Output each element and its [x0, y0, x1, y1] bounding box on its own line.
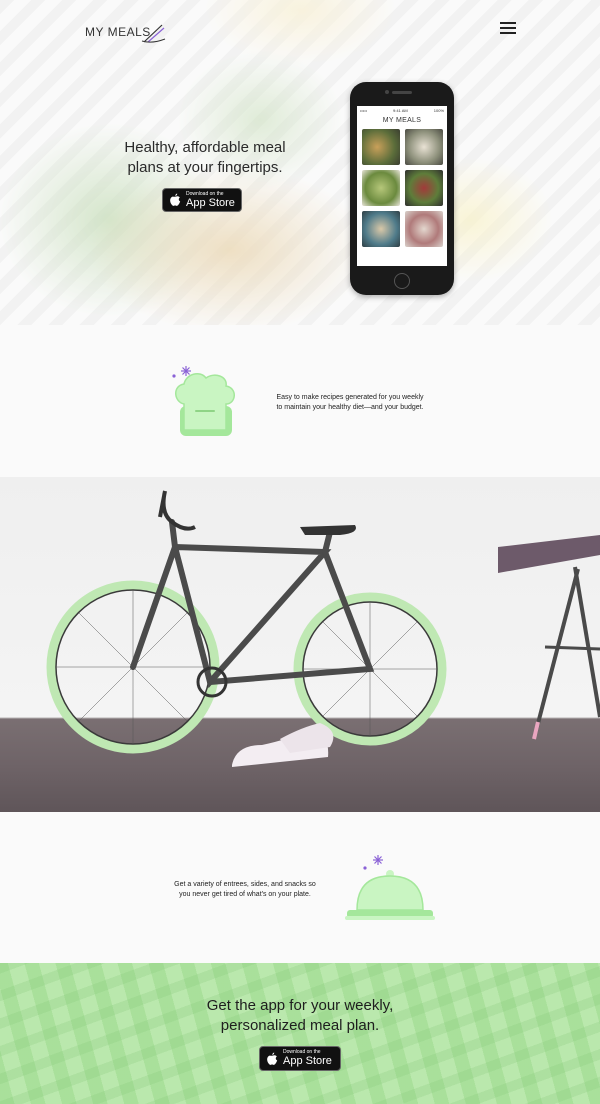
phone-meal-grid: [357, 129, 447, 247]
meal-photo-tile[interactable]: [404, 129, 443, 165]
meal-photo-tile[interactable]: [361, 129, 400, 165]
chef-hat-icon: [172, 366, 235, 436]
meal-photo-tile[interactable]: [404, 211, 443, 247]
phone-screen: ••••• 9:41 AM 100% MY MEALS: [357, 106, 447, 266]
apple-icon: [170, 193, 181, 206]
badge-big-text: App Store: [283, 1055, 332, 1067]
phone-time: 9:41 AM: [393, 108, 408, 113]
cloche-icon: [345, 855, 435, 920]
phone-camera: [385, 90, 389, 94]
hero-title: Healthy, affordable meal plans at your f…: [124, 139, 286, 176]
meal-photo-tile[interactable]: [404, 170, 443, 206]
hero-section: MY MEALS Healthy, affordable meal plans …: [0, 0, 600, 325]
app-store-button-footer[interactable]: Download on the App Store: [259, 1046, 341, 1071]
bicycle-illustration: [46, 490, 600, 767]
meal-photo-tile[interactable]: [361, 170, 400, 206]
phone-carrier: •••••: [360, 108, 368, 113]
badge-big-text: App Store: [186, 196, 235, 209]
app-store-button[interactable]: Download on the App Store: [162, 188, 242, 212]
bike-photo: [0, 477, 600, 812]
cta-title: Get the app for your weekly, personalize…: [206, 997, 394, 1034]
badge-small-text: Download on the: [186, 190, 224, 197]
meal-photo-tile[interactable]: [361, 211, 400, 247]
logo[interactable]: MY MEALS: [85, 22, 166, 44]
hamburger-menu-icon[interactable]: [500, 22, 516, 36]
feature-variety-text: Get a variety of entrees, sides, and sna…: [174, 881, 316, 898]
phone-home-button: [394, 273, 410, 289]
feature-recipes-text: Easy to make recipes generated for you w…: [276, 394, 424, 411]
cta-section: Get the app for your weekly, personalize…: [0, 963, 600, 1104]
phone-speaker: [392, 91, 412, 94]
phone-battery: 100%: [433, 108, 444, 113]
phone-logo: MY MEALS: [382, 117, 422, 124]
utensils-icon: [141, 24, 166, 43]
phone-mockup: ••••• 9:41 AM 100% MY MEALS: [350, 82, 454, 295]
phone-status-bar: ••••• 9:41 AM 100%: [357, 106, 447, 115]
apple-icon: [267, 1052, 278, 1065]
